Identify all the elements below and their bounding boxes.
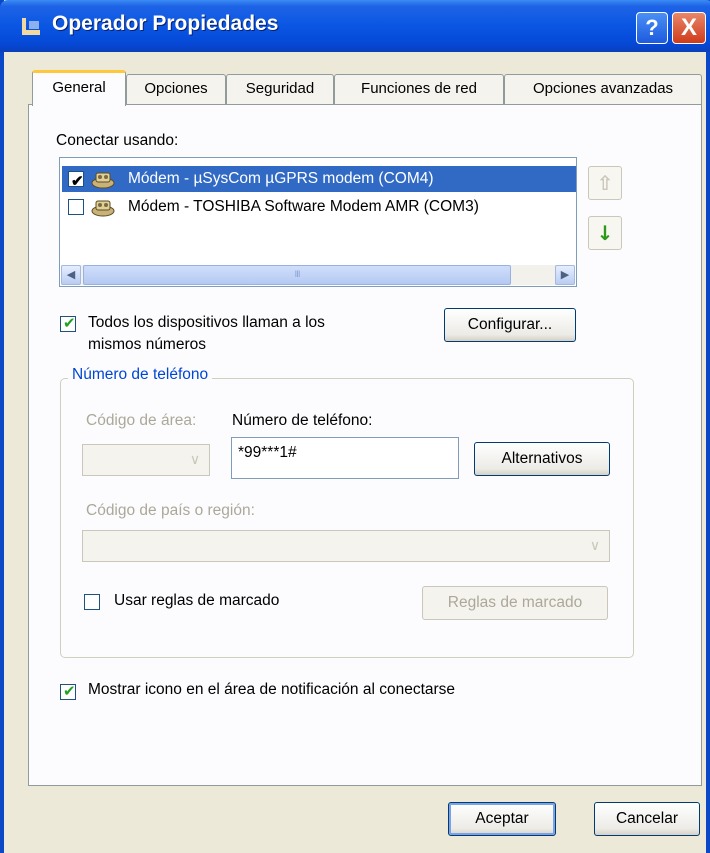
chevron-down-icon[interactable]: ∨: [183, 447, 207, 473]
tab-general[interactable]: General: [32, 70, 126, 106]
device-name: Módem - TOSHIBA Software Modem AMR (COM3…: [128, 198, 479, 215]
move-up-button[interactable]: ⇧: [588, 166, 622, 200]
all-devices-label-line2: mismos números: [88, 336, 206, 353]
area-code-select[interactable]: ∨: [82, 444, 210, 476]
close-button[interactable]: X: [672, 12, 706, 44]
alternates-button[interactable]: Alternativos: [474, 442, 610, 476]
show-icon-label: Mostrar icono en el área de notificación…: [88, 681, 456, 698]
device-checkbox[interactable]: [68, 199, 84, 215]
list-item[interactable]: ✔ Módem - µSysCom µGPRS modem (COM4): [62, 166, 576, 192]
check-mark-icon: ✔: [71, 173, 84, 190]
connect-using-label: Conectar usando:: [56, 132, 179, 149]
check-mark-icon: ✔: [63, 314, 76, 332]
modem-icon: [91, 172, 115, 189]
horizontal-scrollbar[interactable]: ◀ III ▶: [61, 265, 575, 285]
phone-connection-icon: [22, 18, 40, 35]
dialing-rules-checkbox[interactable]: [84, 594, 100, 610]
phone-number-label: Número de teléfono:: [232, 412, 373, 429]
dialog-window: Operador Propiedades ? X General Opcione…: [0, 0, 710, 853]
tab-funciones-de-red[interactable]: Funciones de red: [334, 74, 504, 104]
configure-button[interactable]: Configurar...: [444, 308, 576, 342]
tab-seguridad[interactable]: Seguridad: [226, 74, 334, 104]
country-label: Código de país o región:: [86, 502, 255, 519]
tab-opciones-avanzadas[interactable]: Opciones avanzadas: [504, 74, 702, 104]
phone-group-title: Número de teléfono: [68, 366, 213, 384]
list-item[interactable]: Módem - TOSHIBA Software Modem AMR (COM3…: [62, 194, 576, 220]
scroll-thumb[interactable]: III: [83, 265, 511, 285]
dialing-rules-button[interactable]: Reglas de marcado: [422, 586, 608, 620]
window-title: Operador Propiedades: [52, 12, 279, 35]
chevron-down-icon[interactable]: ∨: [583, 533, 607, 559]
all-devices-label: Todos los dispositivos llaman a los: [88, 314, 325, 331]
title-bar[interactable]: Operador Propiedades ? X: [0, 0, 710, 52]
device-checkbox[interactable]: ✔: [68, 171, 84, 190]
move-down-button[interactable]: ↓: [588, 216, 622, 250]
all-devices-checkbox[interactable]: ✔: [60, 314, 76, 332]
area-code-label: Código de área:: [86, 412, 197, 429]
scroll-right-icon[interactable]: ▶: [555, 265, 575, 285]
device-name: Módem - µSysCom µGPRS modem (COM4): [128, 170, 434, 187]
tab-opciones[interactable]: Opciones: [126, 74, 226, 104]
cancel-button[interactable]: Cancelar: [594, 802, 700, 836]
ok-button[interactable]: Aceptar: [448, 802, 556, 836]
check-mark-icon: ✔: [63, 682, 76, 700]
dialing-rules-label: Usar reglas de marcado: [114, 592, 280, 609]
down-arrow-icon: ↓: [596, 221, 614, 245]
scroll-left-icon[interactable]: ◀: [61, 265, 81, 285]
device-list[interactable]: ✔ Módem - µSysCom µGPRS modem (COM4) Mód…: [59, 157, 577, 287]
country-select[interactable]: ∨: [82, 530, 610, 562]
show-icon-checkbox[interactable]: ✔: [60, 682, 76, 700]
help-button[interactable]: ?: [636, 12, 668, 44]
phone-number-input[interactable]: *99***1#: [231, 437, 459, 479]
up-arrow-icon: ⇧: [596, 171, 614, 195]
modem-icon: [91, 200, 115, 217]
